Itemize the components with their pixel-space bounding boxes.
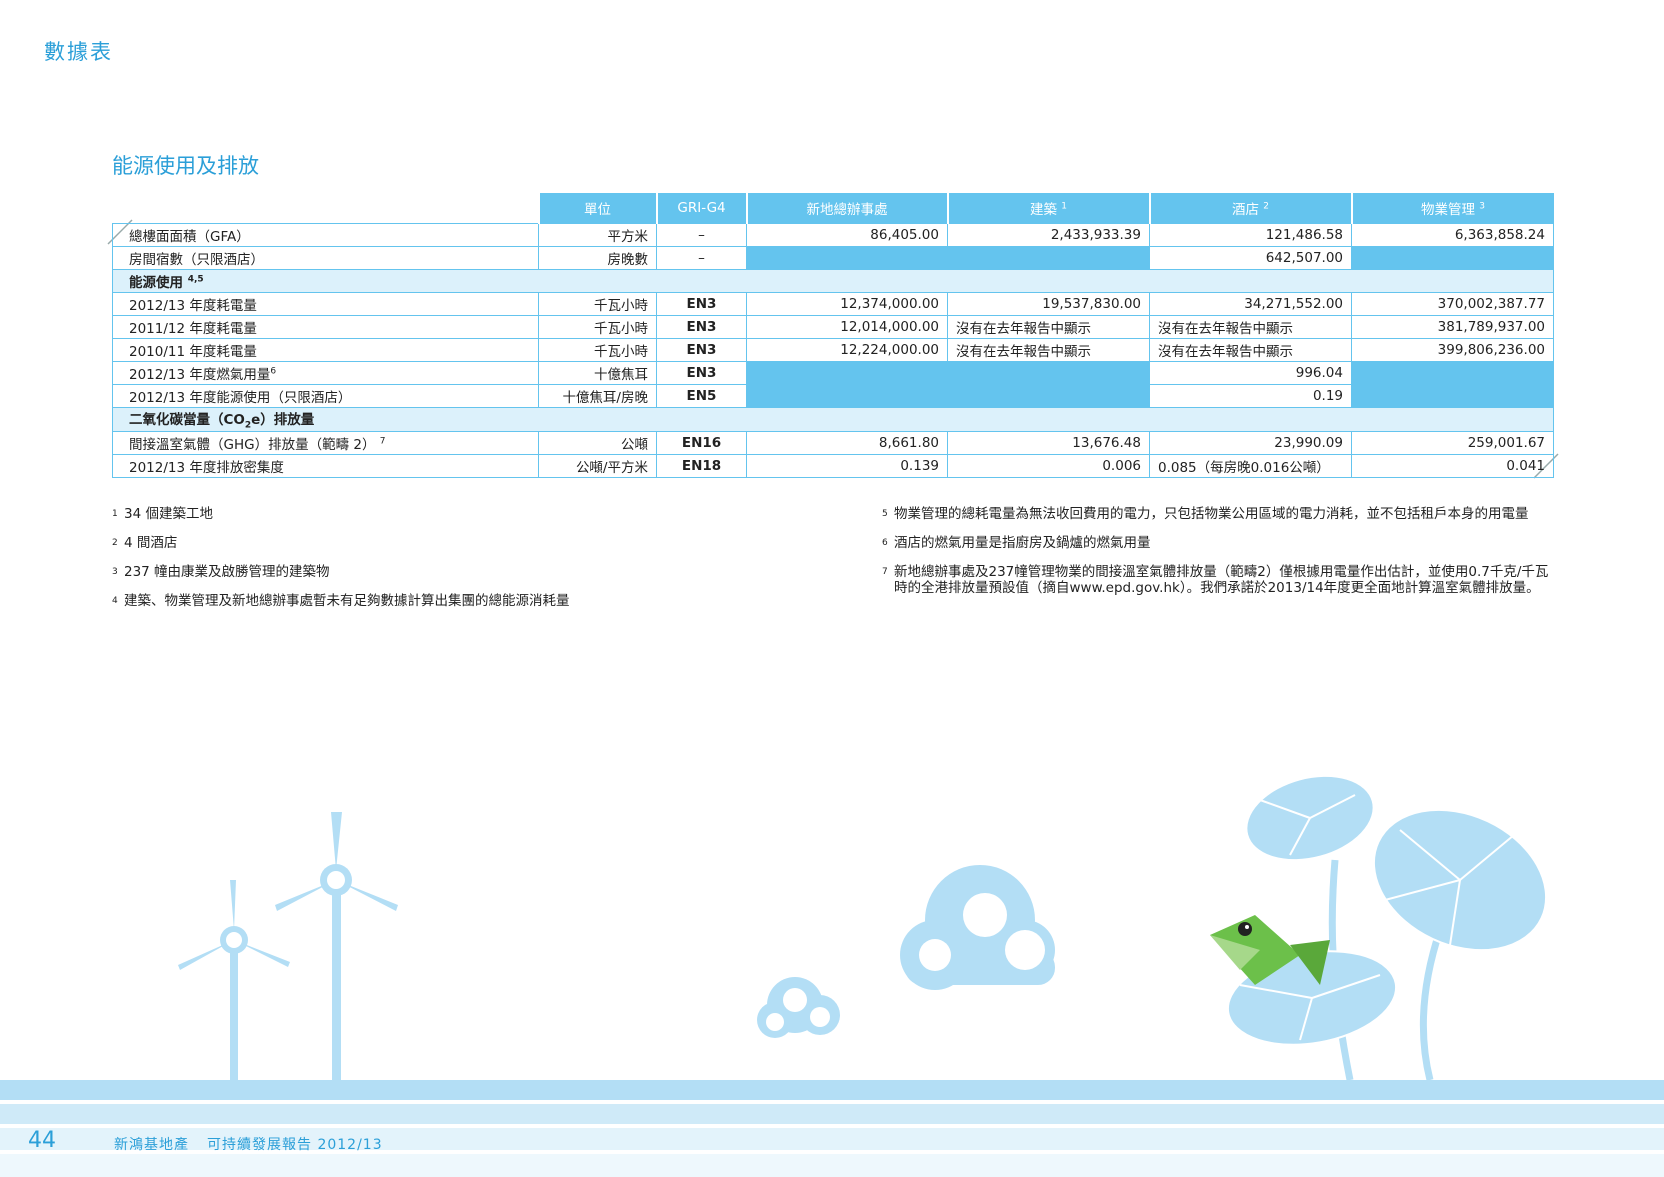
illustration-scene <box>0 774 1664 1177</box>
wind-turbine-small-icon <box>178 880 290 1080</box>
page-number: 44 <box>28 1128 56 1153</box>
footer-caption: 新鴻基地產 可持續發展報告 2012/13 <box>114 1134 401 1154</box>
footer-report: 可持續發展報告 2012/13 <box>207 1137 383 1153</box>
ground-stripes <box>0 1080 1664 1177</box>
cloud-large-icon <box>900 865 1055 990</box>
cloud-small-icon <box>757 977 840 1038</box>
wind-turbine-large-icon <box>275 812 398 1080</box>
lotus-leaf-icon <box>1226 774 1548 1081</box>
footer-company: 新鴻基地產 <box>114 1137 189 1153</box>
